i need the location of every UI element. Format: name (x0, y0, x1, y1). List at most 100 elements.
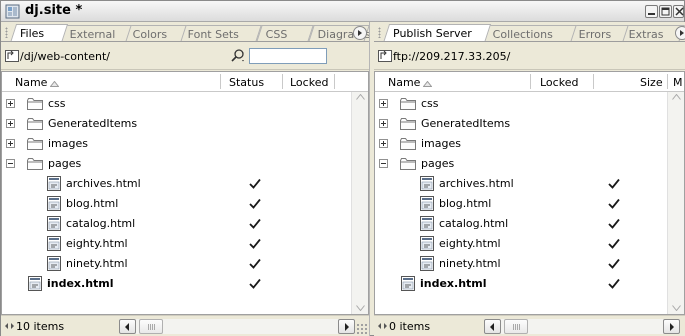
checkmark-icon (249, 278, 261, 289)
maximize-button[interactable] (659, 5, 672, 18)
folder-row[interactable]: GeneratedItems (2, 114, 351, 134)
checkmark-icon (249, 218, 261, 229)
tab-overflow-icon[interactable] (353, 26, 367, 40)
column-divider[interactable] (220, 74, 221, 89)
scroll-left-button[interactable] (119, 319, 136, 334)
expand-icon[interactable] (6, 119, 15, 128)
scroll-thumb[interactable] (504, 319, 528, 334)
html-file-icon (420, 256, 434, 271)
column-name[interactable]: Name (388, 76, 420, 89)
file-name: eighty.html (66, 237, 128, 250)
site-location-icon[interactable] (5, 50, 19, 62)
close-button[interactable] (673, 5, 684, 18)
scroll-down-icon[interactable] (672, 305, 681, 311)
html-file-icon (420, 176, 434, 191)
html-file-icon (401, 276, 415, 291)
vertical-scrollbar[interactable] (351, 92, 368, 314)
tab-css[interactable]: CSS (256, 25, 314, 41)
file-row[interactable]: ninety.html (2, 254, 351, 274)
expand-icon[interactable] (379, 139, 388, 148)
folder-icon (400, 98, 416, 110)
file-row[interactable]: ninety.html (375, 254, 667, 274)
column-modified[interactable]: M (673, 76, 683, 89)
tab-collections[interactable]: Collections (483, 25, 577, 41)
files-tab-bar: Diagrams CSS Font Sets Colors External F… (1, 22, 369, 42)
column-size[interactable]: Size (640, 76, 663, 89)
tab-publish-server[interactable]: Publish Server (382, 24, 492, 41)
file-row[interactable]: index.html (2, 274, 351, 294)
collapse-icon[interactable] (6, 159, 15, 168)
folder-row[interactable]: GeneratedItems (375, 114, 667, 134)
vertical-scrollbar[interactable] (667, 92, 684, 314)
column-divider[interactable] (667, 74, 668, 89)
file-name: catalog.html (439, 217, 509, 230)
column-divider[interactable] (530, 74, 531, 89)
expand-icon[interactable] (379, 119, 388, 128)
scroll-up-icon[interactable] (672, 94, 681, 100)
html-file-icon (420, 196, 434, 211)
scroll-thumb[interactable] (139, 319, 163, 334)
file-row[interactable]: archives.html (375, 174, 667, 194)
column-locked[interactable]: Locked (540, 76, 578, 89)
column-locked[interactable]: Locked (290, 76, 328, 89)
folder-row[interactable]: css (2, 94, 351, 114)
column-name[interactable]: Name (15, 76, 47, 89)
scroll-left-button[interactable] (484, 319, 501, 334)
file-row[interactable]: catalog.html (2, 214, 351, 234)
column-status[interactable]: Status (229, 76, 264, 89)
file-row[interactable]: blog.html (2, 194, 351, 214)
tab-font-sets[interactable]: Font Sets (178, 25, 262, 41)
expand-icon[interactable] (6, 99, 15, 108)
tab-overflow-icon[interactable] (675, 26, 685, 40)
search-icon[interactable] (230, 48, 246, 63)
folder-row[interactable]: images (2, 134, 351, 154)
scroll-down-icon[interactable] (356, 305, 365, 311)
location-path[interactable]: /dj/web-content/ (20, 50, 110, 63)
horizontal-scrollbar[interactable] (119, 319, 355, 334)
server-location-icon[interactable] (378, 50, 392, 62)
tab-external[interactable]: External (60, 25, 132, 41)
checkmark-icon (608, 198, 620, 209)
checkmark-icon (608, 218, 620, 229)
scroll-right-button[interactable] (663, 319, 680, 334)
file-row[interactable]: blog.html (375, 194, 667, 214)
column-divider[interactable] (282, 74, 283, 89)
status-arrows-icon[interactable] (5, 322, 14, 330)
file-name: archives.html (66, 177, 141, 190)
tab-colors[interactable]: Colors (123, 25, 187, 41)
file-row[interactable]: eighty.html (375, 234, 667, 254)
html-file-icon (28, 276, 42, 291)
tab-errors[interactable]: Errors (569, 25, 629, 41)
server-path[interactable]: ftp://209.217.33.205/ (393, 50, 510, 63)
folder-name: GeneratedItems (48, 117, 138, 130)
file-row[interactable]: archives.html (2, 174, 351, 194)
collapse-icon[interactable] (379, 159, 388, 168)
folder-name: images (48, 137, 88, 150)
status-arrows-icon[interactable] (378, 322, 387, 330)
html-file-icon (47, 216, 61, 231)
file-row[interactable]: catalog.html (375, 214, 667, 234)
folder-row[interactable]: pages (375, 154, 667, 174)
folder-row[interactable]: pages (2, 154, 351, 174)
file-row[interactable]: index.html (375, 274, 667, 294)
server-file-list: Name Locked Size M css GeneratedItems imag… (374, 71, 685, 315)
column-divider[interactable] (334, 74, 335, 89)
folder-row[interactable]: images (375, 134, 667, 154)
tab-files[interactable]: Files (9, 24, 69, 41)
scroll-right-button[interactable] (338, 319, 355, 334)
folder-row[interactable]: css (375, 94, 667, 114)
expand-icon[interactable] (6, 139, 15, 148)
minimize-button[interactable] (645, 5, 658, 18)
horizontal-scrollbar[interactable] (484, 319, 680, 334)
panel-grip[interactable] (378, 27, 381, 38)
file-name: ninety.html (66, 257, 128, 270)
column-divider[interactable] (593, 74, 594, 89)
expand-icon[interactable] (379, 99, 388, 108)
title-bar[interactable]: dj.site * (1, 1, 684, 22)
resize-grip[interactable] (356, 323, 368, 335)
search-input[interactable] (249, 48, 327, 64)
scroll-up-icon[interactable] (356, 94, 365, 100)
panel-grip[interactable] (5, 27, 8, 38)
file-row[interactable]: eighty.html (2, 234, 351, 254)
site-icon (5, 4, 20, 19)
